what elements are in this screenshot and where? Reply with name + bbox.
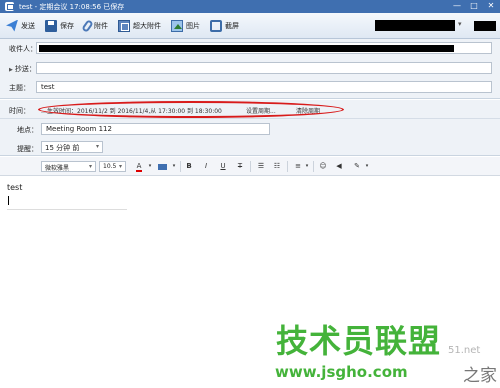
emoji-button[interactable]: ☺ [318,161,328,172]
send-icon [6,19,18,32]
location-label: 地点： [17,126,38,134]
cc-field[interactable] [36,62,492,74]
to-label: 收件人： [9,45,37,53]
separator [250,161,251,172]
send-label: 发送 [21,21,35,30]
title-bar: test - 定期会议 17:08:56 已保存 — □ ✕ [0,0,500,13]
font-color-dropdown[interactable]: ▾ [145,161,155,172]
location-reminder-section: 地点： Meeting Room 112 提醒： 15 分钟 前 ▾ [0,119,500,156]
chevron-down-icon: ▾ [148,163,152,169]
font-color-swatch [136,170,142,172]
italic-button[interactable]: I [201,161,211,172]
big-attach-button[interactable]: 超大附件 [114,17,165,35]
format-toolbar: 微软雅黑 ▾ 10.5 ▾ A ▾ ▾ B I U T ☰ ☷ ≡ ▾ ☺ ◀ … [0,157,500,176]
highlight-color-dropdown[interactable]: ▾ [169,161,179,172]
tools-button[interactable]: ✎ [352,161,362,172]
body-text: test [7,183,23,192]
chevron-down-icon: ▾ [118,163,122,170]
attach-button[interactable]: 附件 [80,17,112,35]
separator [313,161,314,172]
highlight-color-icon [157,164,167,170]
screenshot-icon [210,19,222,32]
bold-button[interactable]: B [184,161,194,172]
bullet-list-icon: ☰ [257,162,265,170]
cc-label: 抄送： [14,65,36,73]
font-family-select[interactable]: 微软雅黑 ▾ [41,161,96,172]
font-color-icon: A [136,162,142,170]
sound-icon: ◀ [336,162,342,170]
redacted-account [375,20,455,31]
highlight-color-button[interactable] [156,161,168,172]
big-attachment-icon [118,19,130,32]
mail-app-icon [5,2,14,11]
reminder-label: 提醒： [17,145,38,153]
location-field[interactable]: Meeting Room 112 [41,123,270,135]
save-button[interactable]: 保存 [41,17,78,35]
expand-arrow-icon: ▶ [9,67,13,73]
chevron-down-icon: ▾ [88,163,92,170]
emoji-icon: ☺ [319,162,327,170]
subject-label: 主题： [9,84,30,92]
separator [180,161,181,172]
watermark-url: www.jsgho.com [275,363,408,381]
chevron-down-icon: ▾ [95,143,99,150]
window-title: test - 定期会议 17:08:56 已保存 [19,2,125,11]
font-family-value: 微软雅黑 [45,165,70,172]
bullet-list-button[interactable]: ☰ [256,161,266,172]
watermark-side-text: 51.net [448,345,481,356]
cc-toggle[interactable]: ▶ 抄送： [9,64,36,74]
strikethrough-button[interactable]: T [235,161,245,172]
watermark-logo-text: 技术员联盟 [276,322,442,360]
redacted-dropdown[interactable] [474,21,496,31]
screenshot-button[interactable]: 截屏 [206,17,243,35]
picture-icon [171,19,183,32]
picture-button[interactable]: 图片 [167,17,204,35]
font-color-button[interactable]: A [134,161,144,172]
attach-label: 附件 [94,21,108,30]
to-field[interactable] [36,42,492,54]
screenshot-label: 截屏 [225,21,239,30]
window-controls: — □ ✕ [452,1,496,11]
compose-toolbar: 发送 保存 附件 超大附件 图片 截屏 ▾ [0,13,500,39]
reminder-value: 15 分钟 前 [45,144,80,152]
numbered-list-button[interactable]: ☷ [272,161,282,172]
location-value: Meeting Room 112 [46,125,112,133]
separator [287,161,288,172]
send-button[interactable]: 发送 [2,17,39,35]
signature-divider [7,209,127,210]
account-chevron-down-icon[interactable]: ▾ [458,20,462,28]
big-attach-label: 超大附件 [133,21,161,30]
redacted-recipients [39,45,454,52]
save-label: 保存 [60,21,74,30]
underline-button[interactable]: U [218,161,228,172]
sound-button[interactable]: ◀ [334,161,344,172]
text-cursor [8,196,9,205]
chevron-down-icon: ▾ [365,163,369,169]
save-icon [45,19,57,32]
close-button[interactable]: ✕ [486,1,496,11]
message-headers: 收件人： ▶ 抄送： 主题： test [0,39,500,99]
subject-row: 主题： test [0,80,500,95]
tool-icon: ✎ [354,162,360,170]
font-size-value: 10.5 [103,163,117,170]
minimize-button[interactable]: — [452,1,462,11]
highlight-ellipse [38,101,344,118]
align-icon: ≡ [295,162,301,170]
subject-value: test [41,83,55,91]
cc-row: ▶ 抄送： [0,61,500,76]
numbered-list-icon: ☷ [273,162,281,170]
picture-label: 图片 [186,21,200,30]
subject-field[interactable]: test [36,81,492,93]
watermark-side-text-2: 之家 [463,366,497,386]
time-label: 时间： [9,107,30,115]
chevron-down-icon: ▾ [172,163,176,169]
chevron-down-icon: ▾ [305,163,309,169]
align-dropdown[interactable]: ▾ [302,161,312,172]
maximize-button[interactable]: □ [469,1,479,11]
to-row: 收件人： [0,41,500,56]
reminder-select[interactable]: 15 分钟 前 ▾ [41,141,103,153]
font-size-select[interactable]: 10.5 ▾ [99,161,126,172]
tools-dropdown[interactable]: ▾ [362,161,372,172]
paperclip-icon [81,18,94,33]
